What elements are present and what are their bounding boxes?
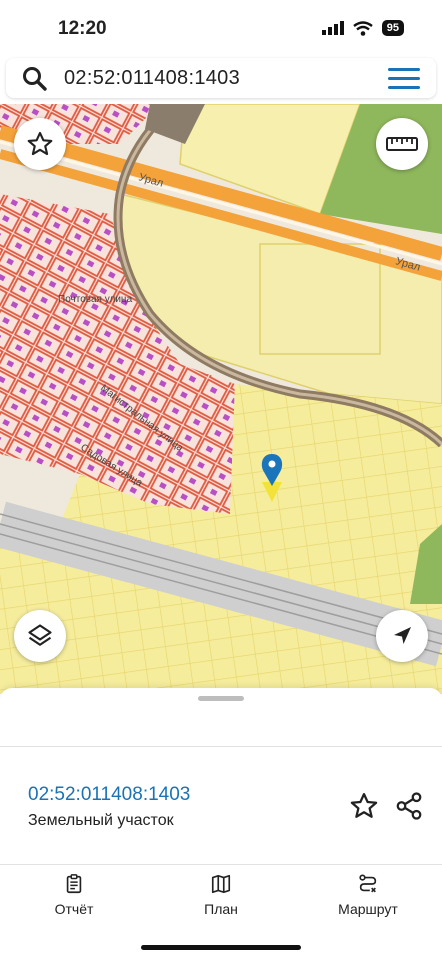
plot-info-sheet[interactable]: 02:52:011408:1403 Земельный участок Отчё… [0,688,442,960]
tab-route-label: Маршрут [338,901,398,917]
cadastral-map[interactable]: Почтовая улица Садовая улица Магистральн… [0,104,442,694]
search-bar[interactable]: 02:52:011408:1403 [6,58,436,98]
status-icons: 95 [321,20,404,36]
favorite-map-button[interactable] [14,118,66,170]
my-location-button[interactable] [376,610,428,662]
share-icon[interactable] [394,791,424,821]
status-bar: 12:20 95 [0,0,442,56]
status-time: 12:20 [58,18,107,39]
battery-indicator: 95 [381,20,404,36]
signal-icon [321,21,344,35]
cadastral-number[interactable]: 02:52:011408:1403 [28,784,190,806]
tab-plan[interactable]: План [161,873,281,917]
search-icon[interactable] [22,66,48,92]
navigation-arrow-icon [394,627,411,644]
divider [0,746,442,747]
sheet-drag-handle[interactable] [198,696,244,701]
clipboard-icon [66,874,82,894]
tab-report[interactable]: Отчёт [14,873,134,917]
wifi-icon [353,20,373,36]
tab-plan-label: План [204,901,238,917]
ruler-icon [386,137,418,151]
property-type: Земельный участок [28,812,174,829]
ruler-button[interactable] [376,118,428,170]
search-input[interactable]: 02:52:011408:1403 [64,67,240,90]
star-icon [27,131,53,156]
home-indicator[interactable] [141,945,301,950]
street-label: Почтовая улица [58,294,133,305]
favorite-star-icon[interactable] [349,791,379,821]
menu-icon[interactable] [388,68,420,90]
divider [0,864,442,865]
layers-button[interactable] [14,610,66,662]
tab-report-label: Отчёт [54,901,94,917]
route-icon [359,874,377,893]
tab-route[interactable]: Маршрут [308,873,428,917]
layers-icon [28,624,52,646]
map-book-icon [211,874,231,894]
